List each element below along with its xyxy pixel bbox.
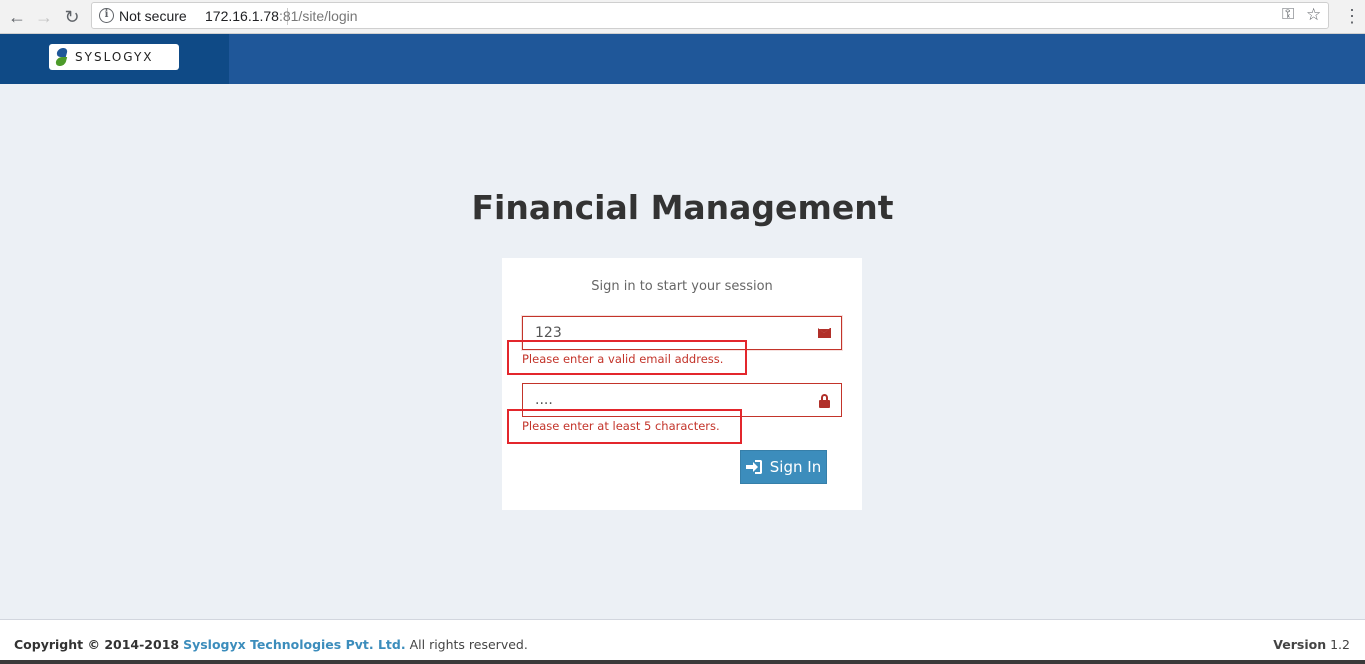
email-error-highlight [507, 340, 747, 375]
rights-text: All rights reserved. [409, 637, 528, 652]
security-label[interactable]: Not secure [119, 8, 187, 24]
address-bar[interactable]: i Not secure 172.16.1.78:81/site/login ⚿… [91, 2, 1329, 29]
forward-icon[interactable]: → [32, 5, 56, 29]
sign-in-icon [745, 460, 762, 474]
url-text[interactable]: 172.16.1.78:81/site/login [205, 8, 358, 24]
url-host: 172.16.1.78 [205, 8, 279, 24]
sign-in-button[interactable]: Sign In [740, 450, 827, 484]
login-message: Sign in to start your session [591, 279, 773, 294]
logo-text: SYSLOGYX [75, 50, 154, 64]
copyright-prefix: Copyright © 2014-2018 [14, 637, 180, 652]
sign-in-label: Sign In [769, 458, 822, 476]
star-icon[interactable]: ☆ [1306, 5, 1321, 25]
browser-toolbar: ← → ↻ i Not secure 172.16.1.78:81/site/l… [0, 0, 1365, 34]
reload-icon[interactable]: ↻ [60, 5, 84, 29]
version-label: Version [1273, 637, 1327, 652]
logo-area[interactable]: SYSLOGYX [0, 34, 229, 84]
lock-icon [819, 394, 830, 408]
info-icon[interactable]: i [99, 8, 114, 23]
back-icon[interactable]: ← [5, 5, 29, 29]
logo[interactable]: SYSLOGYX [49, 44, 179, 70]
password-error-highlight [507, 409, 742, 444]
copyright: Copyright © 2014-2018 Syslogyx Technolog… [14, 637, 528, 652]
footer: Copyright © 2014-2018 Syslogyx Technolog… [0, 619, 1365, 664]
envelope-icon [818, 328, 831, 338]
url-path: :81/site/login [278, 8, 358, 24]
bottom-strip [0, 660, 1365, 664]
syslogyx-logo-icon [55, 48, 69, 66]
app-header: SYSLOGYX [0, 34, 1365, 84]
key-icon[interactable]: ⚿ [1282, 6, 1294, 24]
company-link[interactable]: Syslogyx Technologies Pvt. Ltd. [183, 637, 406, 652]
version: Version 1.2 [1273, 637, 1350, 652]
page-title: Financial Management [471, 188, 894, 227]
browser-menu-icon[interactable]: ⋮ [1343, 5, 1361, 27]
version-number: 1.2 [1330, 637, 1350, 652]
login-box: Sign in to start your session Please ent… [502, 258, 862, 510]
